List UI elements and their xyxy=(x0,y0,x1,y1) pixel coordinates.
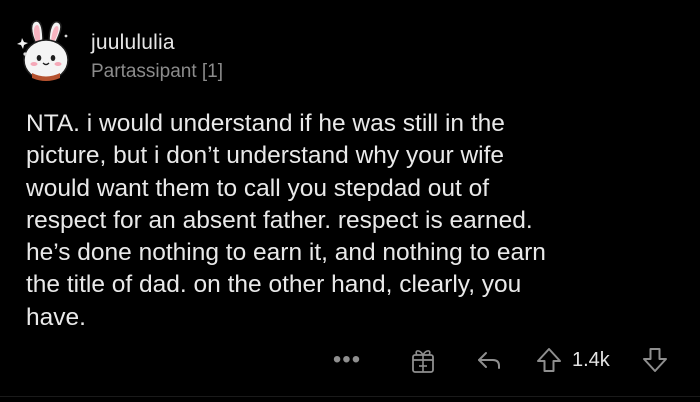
more-options-button[interactable]: ••• xyxy=(332,340,362,380)
comment-body: NTA. i would understand if he was still … xyxy=(26,110,546,331)
award-icon xyxy=(412,350,434,373)
vote-score: 1.4k xyxy=(572,349,610,371)
reply-button[interactable] xyxy=(474,340,504,380)
downvote-icon xyxy=(643,348,667,372)
avatar[interactable] xyxy=(16,18,76,84)
username[interactable]: juulululia xyxy=(91,31,175,55)
upvote-icon xyxy=(537,348,561,372)
divider xyxy=(0,396,700,397)
reply-icon xyxy=(478,352,500,369)
upvote-button[interactable] xyxy=(532,340,566,380)
comment-action-bar: ••• 1.4k xyxy=(0,340,700,380)
more-options-icon: ••• xyxy=(332,346,362,373)
award-button[interactable] xyxy=(408,340,438,380)
comment-card: juulululia Partassipant [1] NTA. i would… xyxy=(0,0,700,402)
bunny-avatar-icon xyxy=(17,20,69,81)
user-flair: Partassipant [1] xyxy=(91,61,224,82)
downvote-button[interactable] xyxy=(638,340,672,380)
